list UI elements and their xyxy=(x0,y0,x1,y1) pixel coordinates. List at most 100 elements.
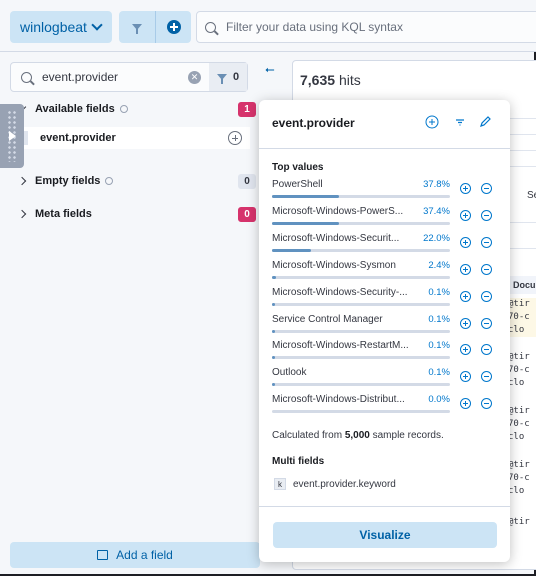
document-row-text: @tir xyxy=(508,352,530,362)
top-value-bar-fill xyxy=(272,275,277,279)
visualize-button[interactable]: Visualize xyxy=(273,522,497,548)
document-row[interactable]: @tir 70-c clo xyxy=(508,351,536,390)
top-value-row: Microsoft-Windows-PowerS... 37.4% xyxy=(272,206,502,232)
filter-for-value-icon[interactable] xyxy=(460,209,471,221)
hits-count: 7,635 xyxy=(300,72,336,88)
top-value-percent: 37.4% xyxy=(423,205,450,217)
filter-out-value-icon[interactable] xyxy=(481,209,492,221)
add-field-icon[interactable] xyxy=(228,131,242,145)
top-value-percent: 0.0% xyxy=(428,394,450,406)
kql-search-input[interactable]: Filter your data using KQL syntax xyxy=(196,11,536,43)
top-value-row: Microsoft-Windows-RestartM... 0.1% xyxy=(272,340,502,366)
top-value-percent: 2.4% xyxy=(428,259,450,271)
filter-out-value-icon[interactable] xyxy=(481,371,492,383)
section-label: Meta fields xyxy=(35,208,92,220)
top-value-percent: 0.1% xyxy=(428,367,450,379)
multi-fields-title: Multi fields xyxy=(272,456,325,467)
filter-menu-button[interactable] xyxy=(119,11,155,43)
document-row-text: 70-c xyxy=(508,473,530,483)
top-value-bar xyxy=(272,248,450,252)
top-value-percent: 0.1% xyxy=(428,313,450,325)
document-row-text: clo xyxy=(508,378,525,388)
top-value-bar xyxy=(272,302,450,306)
document-row-text: @tir xyxy=(508,460,530,470)
plus-circle-icon[interactable] xyxy=(425,115,439,129)
calc-suffix: sample records. xyxy=(372,430,444,441)
section-meta-fields[interactable]: Meta fields 0 xyxy=(0,202,262,226)
filter-out-value-icon[interactable] xyxy=(481,398,492,410)
filter-for-value-icon[interactable] xyxy=(460,398,471,410)
section-available-fields[interactable]: Available fields 1 xyxy=(0,97,262,121)
top-value-bar xyxy=(272,356,450,360)
top-value-bar-fill xyxy=(272,248,312,252)
filter-icon[interactable] xyxy=(453,115,467,129)
calc-prefix: Calculated from xyxy=(272,430,343,441)
document-row[interactable]: @tir xyxy=(508,516,536,529)
document-row[interactable]: @tir 70-c clo xyxy=(508,298,536,337)
section-empty-fields[interactable]: Empty fields 0 xyxy=(0,169,262,193)
add-field-label: Add a field xyxy=(116,548,173,562)
field-search-value: event.provider xyxy=(42,70,119,84)
top-value-name: Microsoft-Windows-Sysmon xyxy=(272,259,396,271)
field-type-filter-button[interactable]: 0 xyxy=(209,63,247,91)
filter-for-value-icon[interactable] xyxy=(460,371,471,383)
filter-out-value-icon[interactable] xyxy=(481,344,492,356)
multi-field-name: event.provider.keyword xyxy=(293,478,396,490)
top-value-percent: 22.0% xyxy=(423,232,450,244)
top-value-name: Service Control Manager xyxy=(272,313,383,325)
collapse-sidebar-icon[interactable]: ⭠ xyxy=(265,62,275,77)
top-value-row: Microsoft-Windows-Sysmon 2.4% xyxy=(272,260,502,286)
sample-count: 5,000 xyxy=(344,430,370,441)
section-label: Empty fields xyxy=(35,175,101,187)
field-item-event-provider[interactable]: t event.provider xyxy=(10,127,250,149)
field-count-badge: 0 xyxy=(238,206,256,222)
filter-out-value-icon[interactable] xyxy=(481,236,492,248)
dataview-picker[interactable]: winlogbeat xyxy=(10,11,112,43)
divider xyxy=(259,148,510,149)
document-row[interactable]: @tir 70-c clo xyxy=(508,459,536,498)
filter-out-value-icon[interactable] xyxy=(481,317,492,329)
top-value-name: Microsoft-Windows-Securit... xyxy=(272,232,400,244)
top-value-row: Microsoft-Windows-Securit... 22.0% xyxy=(272,233,502,259)
filter-for-value-icon[interactable] xyxy=(460,290,471,302)
hits-label: hits xyxy=(338,72,361,88)
filter-for-value-icon[interactable] xyxy=(460,183,471,194)
field-name: event.provider xyxy=(40,132,116,144)
info-icon xyxy=(105,177,114,185)
top-values-title: Top values xyxy=(272,162,324,173)
top-value-row: PowerShell 37.8% xyxy=(272,179,502,205)
plus-circle-icon xyxy=(166,20,181,34)
filter-out-value-icon[interactable] xyxy=(481,263,492,275)
top-value-name: Outlook xyxy=(272,367,307,379)
document-row[interactable]: @tir 70-c clo xyxy=(508,405,536,444)
table-icon xyxy=(97,550,109,560)
chevron-right-icon xyxy=(17,176,27,186)
top-value-bar xyxy=(272,195,450,198)
clear-icon[interactable]: ✕ xyxy=(188,71,201,84)
document-row-text: @tir xyxy=(508,517,530,527)
document-row-text: 70-c xyxy=(508,419,530,429)
field-details-popover: event.provider Top values PowerShell 37.8… xyxy=(259,100,510,562)
query-bar: winlogbeat Filter your data using KQL sy… xyxy=(0,0,536,52)
top-value-bar-fill xyxy=(272,356,275,360)
top-value-percent: 37.8% xyxy=(423,179,450,190)
filter-for-value-icon[interactable] xyxy=(460,344,471,356)
filter-out-value-icon[interactable] xyxy=(481,290,492,302)
top-value-bar-fill xyxy=(272,302,275,306)
drag-handle[interactable] xyxy=(0,104,24,168)
top-value-name: Microsoft-Windows-Distribut... xyxy=(272,394,405,406)
kql-placeholder: Filter your data using KQL syntax xyxy=(226,20,403,34)
filter-for-value-icon[interactable] xyxy=(460,317,471,329)
field-search-input[interactable]: event.provider ✕ 0 xyxy=(10,62,248,92)
top-value-bar xyxy=(272,221,450,225)
add-a-field-button[interactable]: Add a field xyxy=(10,542,260,568)
pencil-icon[interactable] xyxy=(478,115,492,129)
chevron-right-icon xyxy=(17,209,27,219)
document-row-text: @tir xyxy=(508,406,530,416)
add-filter-button[interactable] xyxy=(155,11,191,43)
search-icon xyxy=(21,71,32,83)
filter-out-value-icon[interactable] xyxy=(481,183,492,194)
keyword-type-icon: k xyxy=(274,478,286,490)
filter-for-value-icon[interactable] xyxy=(460,263,471,275)
filter-for-value-icon[interactable] xyxy=(460,236,471,248)
